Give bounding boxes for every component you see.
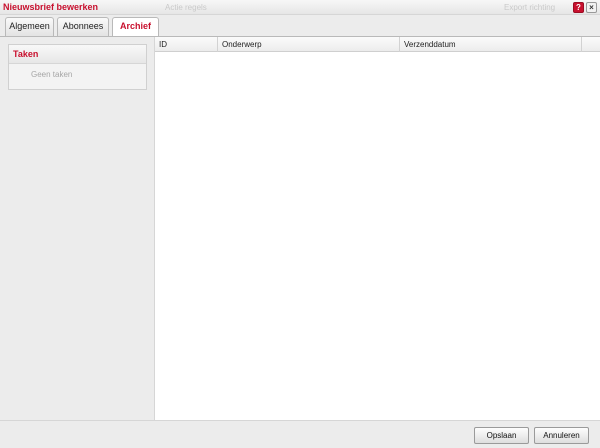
column-header-subject[interactable]: Onderwerp	[218, 37, 400, 52]
column-header-filler	[582, 37, 600, 52]
tasks-panel: Taken Geen taken	[8, 44, 147, 90]
background-ghost-text: Export richting	[504, 3, 556, 12]
cancel-button[interactable]: Annuleren	[534, 427, 589, 444]
save-button[interactable]: Opslaan	[474, 427, 529, 444]
column-header-send-date[interactable]: Verzenddatum	[400, 37, 582, 52]
edit-newsletter-dialog: Nieuwsbrief bewerken Actie regels Export…	[0, 0, 600, 448]
dialog-footer: Opslaan Annuleren	[0, 420, 600, 448]
tasks-title: Taken	[9, 45, 146, 64]
help-icon[interactable]: ?	[573, 2, 584, 13]
background-ghost-text: Actie regels	[165, 3, 207, 12]
column-header-id[interactable]: ID	[155, 37, 218, 52]
tab-abonnees[interactable]: Abonnees	[57, 17, 109, 36]
title-bar: Nieuwsbrief bewerken Actie regels Export…	[0, 0, 600, 15]
archive-grid: ID Onderwerp Verzenddatum	[154, 37, 600, 420]
grid-header: ID Onderwerp Verzenddatum	[155, 37, 600, 52]
tab-archief[interactable]: Archief	[112, 17, 159, 37]
dialog-title: Nieuwsbrief bewerken	[3, 2, 99, 12]
close-icon[interactable]: ×	[586, 2, 597, 13]
tab-algemeen[interactable]: Algemeen	[5, 17, 54, 36]
tasks-empty-message: Geen taken	[31, 70, 73, 79]
sidebar: Taken Geen taken	[0, 37, 154, 420]
